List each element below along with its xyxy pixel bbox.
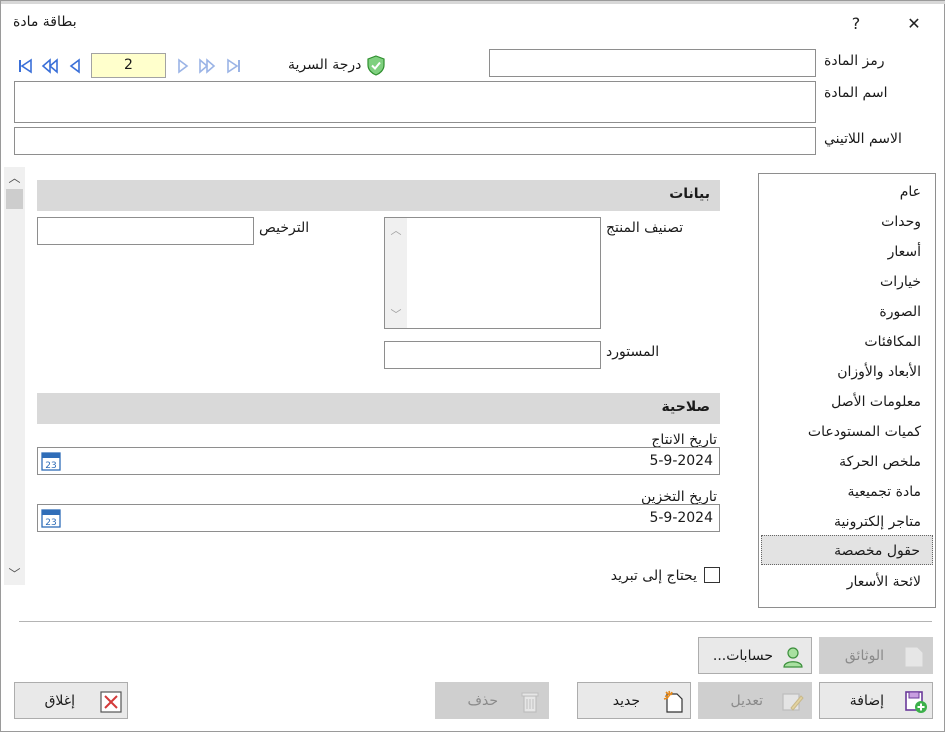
edit-button[interactable]: تعديل <box>698 682 812 719</box>
close-button[interactable]: إغلاق <box>14 682 128 719</box>
title-bar: بطاقة مادة ? ✕ <box>1 4 944 42</box>
list-item[interactable]: المكافئات <box>761 327 933 357</box>
calendar-icon[interactable]: 23 <box>41 508 61 528</box>
list-item[interactable]: الأبعاد والأوزان <box>761 357 933 387</box>
last-record-icon[interactable] <box>225 57 243 75</box>
list-item[interactable]: معلومات الأصل <box>761 387 933 417</box>
edit-button-label: تعديل <box>730 693 764 709</box>
latin-name-input[interactable] <box>14 127 816 155</box>
list-item-selected[interactable]: حقول مخصصة <box>761 535 933 565</box>
refrigeration-checkbox[interactable] <box>704 567 720 583</box>
list-item[interactable]: وحدات <box>761 207 933 237</box>
first-record-icon[interactable] <box>16 57 34 75</box>
shield-check-icon[interactable] <box>366 55 386 76</box>
item-card-window: بطاقة مادة ? ✕ 2 درجة السرية رمز المادة … <box>0 0 945 732</box>
documents-button[interactable]: الوثائق <box>819 637 933 674</box>
list-item[interactable]: كميات المستودعات <box>761 417 933 447</box>
item-code-input[interactable] <box>489 49 816 77</box>
content-scrollbar[interactable]: ︿ ﹀ <box>4 167 25 585</box>
close-window-button[interactable]: ✕ <box>899 10 929 38</box>
footer-separator <box>19 621 932 622</box>
delete-button-label: حذف <box>467 693 498 709</box>
license-input[interactable] <box>37 217 254 245</box>
production-date-field[interactable]: 23 5-9-2024 <box>37 447 720 475</box>
importer-input[interactable] <box>384 341 601 369</box>
list-item[interactable]: عام <box>761 177 933 207</box>
data-section-header: بيانات <box>37 180 720 211</box>
trash-icon <box>521 692 539 713</box>
secrecy-label: درجة السرية <box>288 57 362 73</box>
next-page-icon[interactable] <box>198 57 216 75</box>
latin-name-label: الاسم اللاتيني <box>824 131 902 147</box>
delete-button[interactable]: حذف <box>435 682 549 719</box>
edit-icon <box>782 693 804 711</box>
calendar-day: 23 <box>45 461 56 471</box>
new-button-label: جديد <box>612 693 640 709</box>
list-item[interactable]: الصورة <box>761 297 933 327</box>
production-date-label: تاريخ الانتاج <box>651 432 717 448</box>
list-item[interactable]: مادة تجميعية <box>761 477 933 507</box>
save-add-icon <box>905 691 927 713</box>
product-classification-list[interactable]: ︿ ﹀ <box>384 217 601 329</box>
calendar-day: 23 <box>45 518 56 528</box>
document-icon <box>905 647 923 667</box>
calendar-icon[interactable]: 23 <box>41 451 61 471</box>
list-item[interactable]: أسعار <box>761 237 933 267</box>
close-button-label: إغلاق <box>44 693 75 709</box>
storage-date-value: 5-9-2024 <box>649 510 713 526</box>
scroll-down-icon[interactable]: ﹀ <box>4 565 25 583</box>
add-button-label: إضافة <box>849 693 884 709</box>
record-number-field[interactable]: 2 <box>91 53 166 78</box>
sections-list[interactable]: عام وحدات أسعار خيارات الصورة المكافئات … <box>758 173 936 608</box>
window-title: بطاقة مادة <box>13 14 77 30</box>
next-record-icon[interactable] <box>174 57 192 75</box>
storage-date-field[interactable]: 23 5-9-2024 <box>37 504 720 532</box>
accounts-button-label: حسابات... <box>712 648 773 664</box>
item-name-label: اسم المادة <box>824 85 888 101</box>
classification-scrollbar[interactable]: ︿ ﹀ <box>385 218 407 328</box>
add-button[interactable]: إضافة <box>819 682 933 719</box>
validity-section-title: صلاحية <box>661 399 710 415</box>
item-code-label: رمز المادة <box>824 53 885 69</box>
accounts-button[interactable]: حسابات... <box>698 637 812 674</box>
validity-section-header: صلاحية <box>37 393 720 424</box>
list-item[interactable]: ملخص الحركة <box>761 447 933 477</box>
classification-scroll-up-icon[interactable]: ︿ <box>385 222 407 240</box>
close-icon <box>100 691 122 713</box>
item-name-input[interactable] <box>14 81 816 123</box>
list-item[interactable]: متاجر إلكترونية <box>761 507 933 537</box>
previous-record-icon[interactable] <box>66 57 84 75</box>
classification-scroll-down-icon[interactable]: ﹀ <box>385 306 407 324</box>
importer-label: المستورد <box>606 344 660 360</box>
previous-page-icon[interactable] <box>41 57 59 75</box>
scroll-up-icon[interactable]: ︿ <box>4 169 25 187</box>
product-classification-label: تصنيف المنتج <box>606 220 684 236</box>
storage-date-label: تاريخ التخزين <box>640 489 717 505</box>
new-document-icon <box>663 690 683 713</box>
license-label: الترخيص <box>259 220 310 236</box>
help-button[interactable]: ? <box>841 10 871 38</box>
list-item[interactable]: لائحة الأسعار <box>761 567 933 597</box>
new-button[interactable]: جديد <box>577 682 691 719</box>
documents-button-label: الوثائق <box>844 648 884 664</box>
user-icon <box>783 647 803 668</box>
scroll-thumb[interactable] <box>6 189 23 209</box>
production-date-value: 5-9-2024 <box>649 453 713 469</box>
list-item[interactable]: خيارات <box>761 267 933 297</box>
refrigeration-label: يحتاج إلى تبريد <box>610 568 697 584</box>
data-section-title: بيانات <box>669 186 710 202</box>
